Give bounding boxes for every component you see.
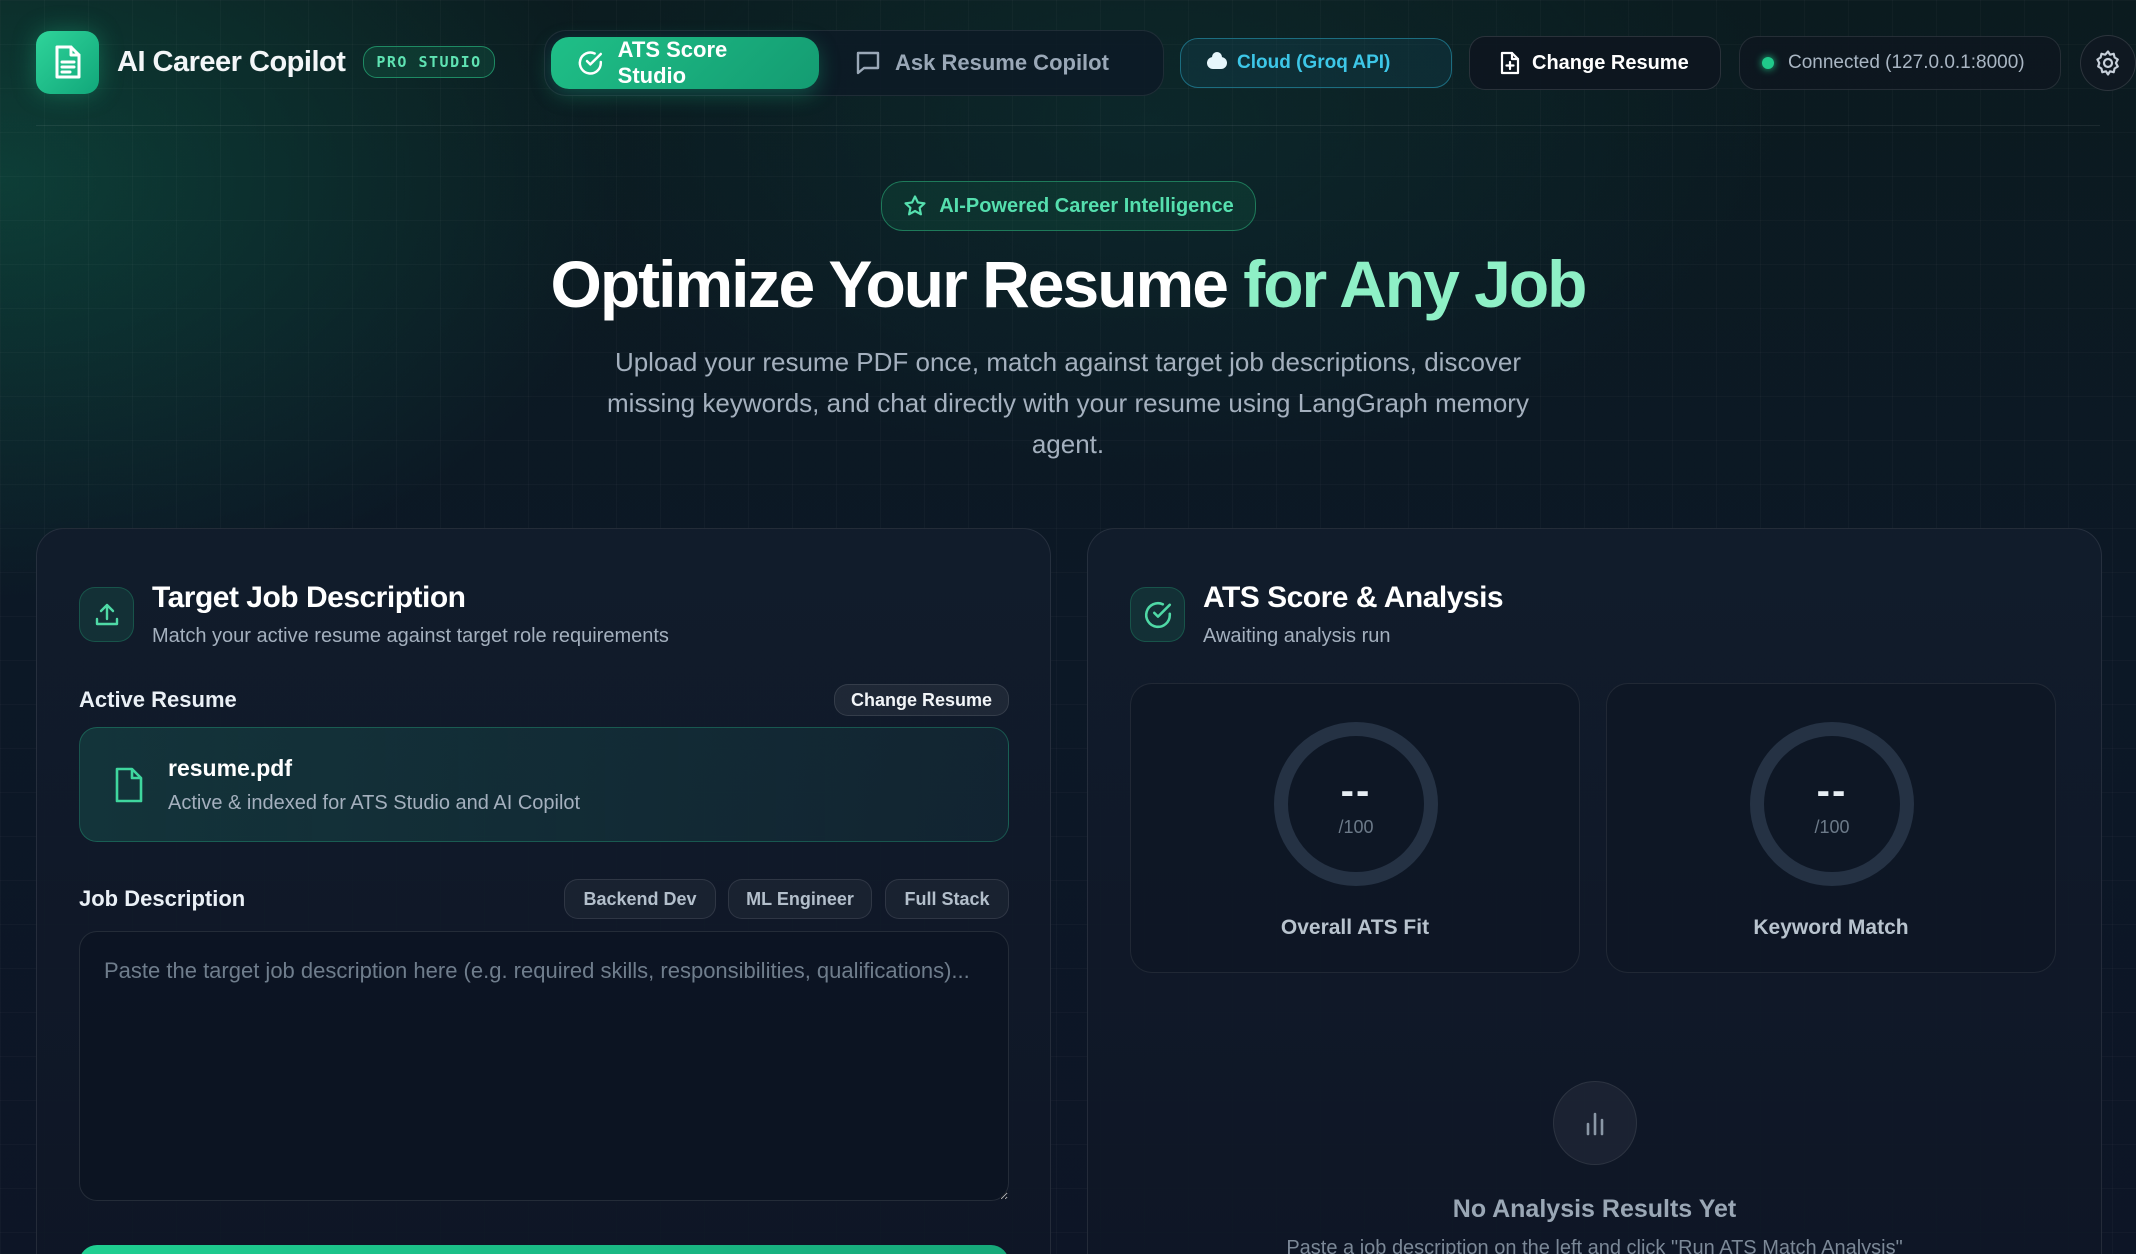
check-circle-icon (578, 51, 603, 75)
file-icon (115, 767, 143, 802)
overall-score-label: Overall ATS Fit (1280, 916, 1430, 939)
active-resume-box: resume.pdf Active & indexed for ATS Stud… (79, 727, 1009, 842)
overall-score-max: /100 (1338, 816, 1374, 837)
overall-score-value: -- (1340, 768, 1372, 813)
settings-button[interactable] (2080, 35, 2136, 91)
tab-copilot-label: Ask Resume Copilot (895, 50, 1109, 75)
tab-ats-label: ATS Score Studio (617, 37, 728, 88)
change-resume-pill[interactable]: Change Resume (834, 684, 1009, 716)
tab-ats-score-studio[interactable]: ATS Score Studio (551, 37, 819, 89)
active-resume-label: Active Resume (79, 687, 237, 712)
file-plus-icon (1500, 51, 1520, 75)
hero-title-main: Optimize Your Resume (550, 247, 1244, 321)
connection-status: Connected (127.0.0.1:8000) (1739, 36, 2061, 90)
brand[interactable]: AI Career Copilot PRO STUDIO (36, 30, 495, 94)
document-icon (36, 30, 99, 94)
ats-card-title: ATS Score & Analysis (1203, 581, 1504, 614)
pro-studio-badge: PRO STUDIO (363, 46, 495, 78)
job-card-subtitle: Match your active resume against target … (152, 625, 669, 647)
keyword-score-label: Keyword Match (1753, 916, 1909, 939)
upload-icon (79, 587, 134, 642)
hero-chip: AI-Powered Career Intelligence (881, 181, 1256, 231)
change-resume-label: Change Resume (1532, 51, 1689, 74)
run-analysis-button[interactable] (79, 1245, 1009, 1254)
hero-title-accent: for Any Job (1243, 247, 1587, 321)
star-icon (904, 195, 926, 216)
resume-file-meta: Active & indexed for ATS Studio and AI C… (168, 791, 581, 814)
cloud-icon (1207, 52, 1227, 69)
empty-state-subtitle: Paste a job description on the left and … (1286, 1237, 1903, 1254)
resume-file-name: resume.pdf (168, 754, 292, 781)
empty-state-title: No Analysis Results Yet (1452, 1195, 1737, 1223)
gear-icon (2096, 50, 2119, 76)
job-description-input[interactable] (79, 931, 1009, 1201)
overall-ats-fit-box: -- /100 Overall ATS Fit (1130, 683, 1580, 973)
tab-ask-resume-copilot[interactable]: Ask Resume Copilot (829, 37, 1135, 89)
keyword-match-box: -- /100 Keyword Match (1606, 683, 2056, 973)
template-ml-engineer[interactable]: ML Engineer (728, 879, 872, 919)
job-description-card: Target Job Description Match your active… (36, 528, 1051, 1254)
job-card-title: Target Job Description (152, 581, 466, 614)
check-circle-icon (1130, 587, 1185, 642)
keyword-score-value: -- (1816, 768, 1848, 813)
ats-score-card: ATS Score & Analysis Awaiting analysis r… (1087, 528, 2102, 1254)
mode-tabs: ATS Score Studio Ask Resume Copilot (544, 30, 1164, 96)
ats-card-header: ATS Score & Analysis Awaiting analysis r… (1130, 581, 1504, 648)
job-description-label: Job Description (79, 886, 246, 911)
connection-label: Connected (127.0.0.1:8000) (1788, 52, 2025, 73)
status-dot (1762, 57, 1774, 69)
job-card-header: Target Job Description Match your active… (79, 581, 669, 648)
hero-title: Optimize Your Resume for Any Job (0, 246, 2136, 322)
model-label: Cloud (Groq API) (1237, 52, 1391, 73)
keyword-score-max: /100 (1814, 816, 1850, 837)
top-header: AI Career Copilot PRO STUDIO ATS Score S… (36, 30, 2136, 126)
keyword-score-ring: -- /100 (1750, 722, 1914, 886)
model-selector-chip[interactable]: Cloud (Groq API) (1180, 38, 1452, 88)
template-full-stack[interactable]: Full Stack (885, 879, 1009, 919)
ats-card-subtitle: Awaiting analysis run (1203, 625, 1391, 647)
bar-chart-icon (1553, 1081, 1637, 1165)
overall-score-ring: -- /100 (1274, 722, 1438, 886)
hero-subtitle: Upload your resume PDF once, match again… (607, 347, 1529, 459)
change-resume-button[interactable]: Change Resume (1469, 36, 1721, 90)
chat-bubble-icon (856, 51, 880, 75)
template-backend-dev[interactable]: Backend Dev (564, 879, 716, 919)
brand-title: AI Career Copilot (117, 45, 346, 78)
hero-chip-label: AI-Powered Career Intelligence (939, 194, 1234, 217)
